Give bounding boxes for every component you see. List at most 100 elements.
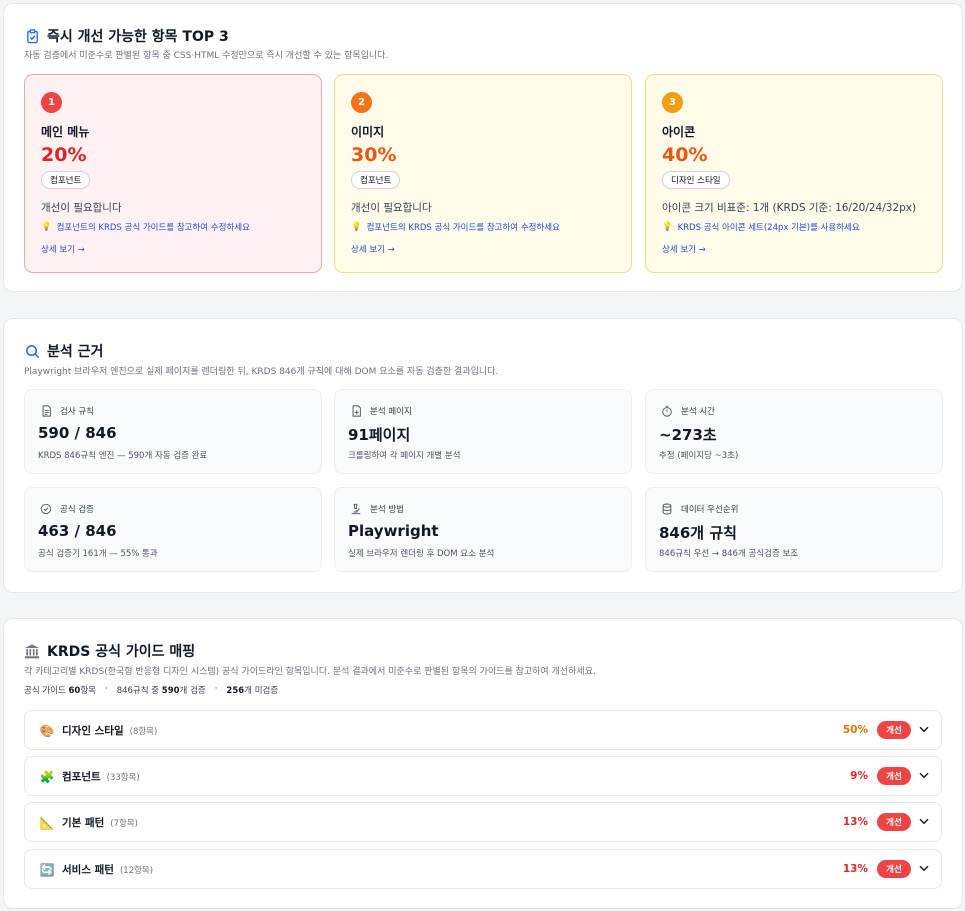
category-chip: 디자인 스타일 (662, 171, 730, 189)
krds-row-basic-patterns[interactable]: 📐 기본 패턴 (7항목) 13% 개선 (24, 802, 942, 842)
item-tip: 💡 컴포넌트의 KRDS 공식 가이드를 참고하여 수정하세요 (41, 221, 250, 233)
krds-title: KRDS 공식 가이드 매핑 (47, 644, 196, 660)
top3-header: 즉시 개선 가능한 항목 TOP 3 (24, 26, 229, 46)
chevron-down-icon[interactable] (917, 722, 931, 736)
row-name: 디자인 스타일 (62, 725, 124, 737)
row-name: 서비스 패턴 (62, 864, 114, 876)
ruler-icon: 📐 (39, 816, 55, 830)
analysis-card-pages: 분석 페이지 91페이지 크롤링하여 각 페이지 개별 분석 (334, 389, 632, 474)
improve-badge: 개선 (877, 721, 911, 739)
krds-subtitle: 각 카테고리별 KRDS(한국형 반응형 디자인 시스템) 공식 가이드라인 항… (24, 667, 596, 677)
refresh-icon: 🔄 (39, 863, 55, 877)
check-circle-icon (38, 501, 54, 517)
chevron-down-icon[interactable] (917, 814, 931, 828)
row-name: 기본 패턴 (62, 817, 105, 829)
database-icon (659, 501, 675, 517)
card-value: 590 / 846 (38, 424, 117, 442)
card-label: 검사 규칙 (60, 407, 94, 417)
rank-badge: 2 (351, 92, 372, 113)
krds-row-design-style[interactable]: 🎨 디자인 스타일 (8항목) 50% 개선 (24, 710, 942, 750)
row-percent: 9% (850, 770, 868, 782)
krds-row-components[interactable]: 🧩 컴포넌트 (33항목) 9% 개선 (24, 756, 942, 796)
analysis-card-method: 분석 방법 Playwright 실제 브라우저 렌더링 후 DOM 요소 분석 (334, 487, 632, 572)
item-percent: 30% (351, 144, 397, 166)
palette-icon: 🎨 (39, 724, 55, 738)
card-desc: 실제 브라우저 렌더링 후 DOM 요소 분석 (348, 549, 495, 559)
stat-separator: · (105, 684, 108, 694)
improve-badge: 개선 (877, 813, 911, 831)
chevron-down-icon[interactable] (917, 768, 931, 782)
government-building-icon (24, 643, 40, 659)
item-tip: 💡 KRDS 공식 아이콘 세트(24px 기본)를 사용하세요 (662, 221, 860, 233)
item-message: 개선이 필요합니다 (351, 202, 432, 214)
rank-badge: 1 (41, 92, 62, 113)
analysis-header: 분석 근거 (24, 341, 103, 361)
row-count: (7항목) (110, 819, 138, 829)
card-value: ~273초 (659, 426, 717, 444)
card-label: 데이터 우선순위 (681, 505, 739, 515)
top3-card-3: 3 아이콘 40% 디자인 스타일 아이콘 크기 비표준: 1개 (KRDS 기… (645, 74, 943, 273)
analysis-card-time: 분석 시간 ~273초 추정 (페이지당 ~3초) (645, 389, 943, 474)
detail-link[interactable]: 상세 보기 → (351, 243, 395, 255)
item-tip: 💡 컴포넌트의 KRDS 공식 가이드를 참고하여 수정하세요 (351, 221, 560, 233)
row-count: (8항목) (129, 727, 158, 737)
row-name: 컴포넌트 (62, 771, 101, 783)
item-message: 아이콘 크기 비표준: 1개 (KRDS 기준: 16/20/24/32px) (662, 202, 917, 214)
detail-link[interactable]: 상세 보기 → (662, 243, 706, 255)
clipboard-check-icon (24, 28, 40, 44)
krds-panel: KRDS 공식 가이드 매핑 각 카테고리별 KRDS(한국형 반응형 디자인 … (3, 618, 963, 909)
card-label: 분석 방법 (370, 505, 404, 515)
lightbulb-icon: 💡 (351, 222, 362, 232)
card-desc: KRDS 846규칙 엔진 — 590개 자동 검증 완료 (38, 451, 208, 461)
improve-badge: 개선 (877, 860, 911, 878)
category-chip: 컴포넌트 (351, 171, 401, 189)
analysis-title: 분석 근거 (47, 344, 104, 360)
card-label: 분석 시간 (681, 407, 715, 417)
card-desc: 846규칙 우선 → 846개 공식검증 보조 (659, 549, 799, 559)
card-value: 91페이지 (348, 426, 411, 444)
item-name: 메인 메뉴 (41, 125, 90, 139)
top3-card-2: 2 이미지 30% 컴포넌트 개선이 필요합니다 💡 컴포넌트의 KRDS 공식… (334, 74, 632, 273)
krds-header: KRDS 공식 가이드 매핑 (24, 641, 195, 661)
item-percent: 40% (662, 144, 708, 166)
item-percent: 20% (41, 144, 87, 166)
improve-badge: 개선 (877, 767, 911, 785)
analysis-card-official: 공식 검증 463 / 846 공식 검증기 161개 — 55% 통과 (24, 487, 322, 572)
item-message: 개선이 필요합니다 (41, 202, 122, 214)
krds-stats: 공식 가이드 60항목 · 846규칙 중 590개 검증 · 256개 미검증 (24, 684, 278, 696)
top3-subtitle: 자동 검증에서 미준수로 판별된 항목 중 CSS·HTML 수정만으로 즉시 … (24, 51, 389, 61)
stat-guide: 공식 가이드 60항목 (24, 686, 96, 696)
row-percent: 13% (842, 816, 868, 828)
category-chip: 컴포넌트 (41, 171, 91, 189)
search-icon (24, 343, 40, 359)
card-label: 공식 검증 (60, 505, 94, 515)
card-desc: 크롤링하여 각 페이지 개별 분석 (348, 451, 461, 461)
add-page-icon (348, 403, 364, 419)
row-count: (12항목) (119, 866, 154, 876)
item-name: 아이콘 (662, 125, 696, 139)
krds-row-service-patterns[interactable]: 🔄 서비스 패턴 (12항목) 13% 개선 (24, 849, 942, 889)
lightbulb-icon: 💡 (41, 222, 52, 232)
rank-badge: 3 (662, 92, 683, 113)
stat-rules: 846규칙 중 590개 검증 (116, 686, 206, 696)
chevron-down-icon[interactable] (917, 861, 931, 875)
card-value: Playwright (348, 522, 439, 540)
lightbulb-icon: 💡 (662, 222, 673, 232)
stat-separator: · (214, 684, 218, 694)
top3-title: 즉시 개선 가능한 항목 TOP 3 (47, 29, 229, 45)
card-value: 463 / 846 (38, 522, 117, 540)
detail-link[interactable]: 상세 보기 → (41, 243, 85, 255)
analysis-card-rules: 검사 규칙 590 / 846 KRDS 846규칙 엔진 — 590개 자동 … (24, 389, 322, 474)
tip-text: 컴포넌트의 KRDS 공식 가이드를 참고하여 수정하세요 (56, 223, 250, 233)
card-value: 846개 규칙 (659, 524, 737, 542)
card-desc: 추정 (페이지당 ~3초) (659, 451, 739, 461)
analysis-panel: 분석 근거 Playwright 브라우저 엔진으로 실제 페이지를 렌더링한 … (3, 318, 963, 593)
item-name: 이미지 (351, 125, 385, 139)
top3-card-1: 1 메인 메뉴 20% 컴포넌트 개선이 필요합니다 💡 컴포넌트의 KRDS … (24, 74, 322, 273)
top3-panel: 즉시 개선 가능한 항목 TOP 3 자동 검증에서 미준수로 판별된 항목 중… (3, 3, 963, 292)
tip-text: 컴포넌트의 KRDS 공식 가이드를 참고하여 수정하세요 (366, 223, 560, 233)
puzzle-icon: 🧩 (39, 770, 55, 784)
card-label: 분석 페이지 (370, 407, 412, 417)
document-icon (38, 403, 54, 419)
stopwatch-icon (659, 403, 675, 419)
